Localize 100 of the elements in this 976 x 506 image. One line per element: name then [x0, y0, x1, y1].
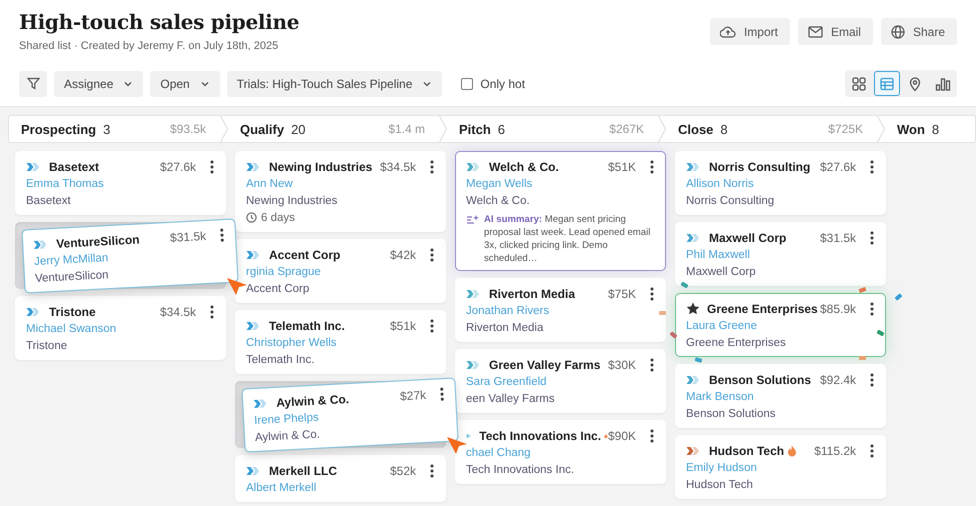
deal-name: Greene Enterprises: [707, 302, 818, 316]
deal-name: Merkell LLC: [269, 464, 338, 478]
company-name: Riverton Media: [466, 322, 544, 334]
more-options-button[interactable]: [868, 444, 876, 458]
company-name: Welch & Co.: [466, 194, 530, 206]
company-name: Maxwell Corp: [686, 266, 756, 278]
more-options-button[interactable]: [868, 372, 876, 386]
more-options-button[interactable]: [868, 230, 876, 244]
stage-count: 3: [103, 122, 110, 136]
deal-card[interactable]: Newing Industries $34.5k Ann New Newing Industries 6 days: [235, 151, 446, 232]
deal-amount: $31.5k: [820, 230, 856, 244]
stage-name[interactable]: Prospecting: [21, 122, 96, 136]
stage-count: 6: [498, 122, 506, 136]
deal-card[interactable]: Green Valley Farms $30K Sara Greenfield een Valley Farms: [455, 349, 666, 413]
deal-name: Basetext: [49, 160, 100, 174]
filter-dropdown[interactable]: Assignee: [54, 70, 144, 96]
stage-name[interactable]: Close: [678, 122, 714, 136]
deal-card[interactable]: Merkell LLC $52k Albert Merkell: [235, 455, 446, 502]
deal-card[interactable]: Telemath Inc. $51k Christopher Wells Telemath Inc.: [235, 310, 446, 374]
deal-name: Aylwin & Co.: [276, 392, 350, 410]
more-options-button[interactable]: [648, 286, 656, 300]
cursor-icon: [226, 277, 248, 297]
checkbox[interactable]: [461, 78, 474, 90]
company-name: Norris Consulting: [686, 194, 774, 206]
more-options-button[interactable]: [648, 428, 656, 442]
more-options-button[interactable]: [428, 160, 436, 174]
more-options-button[interactable]: [428, 464, 436, 478]
deal-name: Accent Corp: [269, 248, 340, 262]
company-name: Hudson Tech: [686, 478, 753, 490]
filter-dropdown[interactable]: Trials: High-Touch Sales Pipeline: [226, 70, 442, 96]
company-name: Benson Solutions: [686, 408, 776, 420]
filter-button[interactable]: [19, 70, 47, 96]
deal-name: Hudson Tech: [709, 444, 784, 458]
deal-card[interactable]: Hudson Tech $115.2k Emily Hudson Hudson Tech: [675, 435, 886, 499]
deal-card[interactable]: Maxwell Corp $31.5k Phil Maxwell Maxwell Corp: [675, 222, 886, 286]
more-options-button[interactable]: [868, 160, 876, 174]
page-title: High-touch sales pipeline: [19, 10, 300, 34]
stage-name[interactable]: Won: [897, 122, 925, 136]
stage-count: 8: [720, 122, 728, 136]
table-view-icon: [879, 76, 895, 92]
deal-card[interactable]: Tristone $34.5k Michael Swanson Tristone: [15, 296, 226, 360]
deal-name: VentureSilicon: [56, 232, 140, 250]
company-name: een Valley Farms: [466, 392, 555, 404]
deal-name: Green Valley Farms: [489, 358, 600, 372]
deal-card[interactable]: Tech Innovations Inc. $90K chael Chang Tech Innovations Inc.: [455, 420, 666, 484]
company-name: Accent Corp: [246, 282, 310, 294]
deal-card[interactable]: Riverton Media $75K Jonathan Rivers Riverton Media: [455, 278, 666, 342]
deal-amount: $85.9k: [820, 302, 856, 316]
deal-card[interactable]: Welch & Co. $51K Megan Wells Welch & Co. AI summary: Megan sent pricing proposal last week. Lead opened email 3x, clicked pricing link. Demo scheduled…: [455, 151, 666, 271]
checkbox-label: Only hot: [480, 76, 526, 90]
more-options-button[interactable]: [428, 318, 436, 332]
email-button[interactable]: Email: [798, 18, 873, 45]
more-options-button[interactable]: [208, 304, 216, 318]
stage-name[interactable]: Pitch: [459, 122, 491, 136]
company-name: Tech Innovations Inc.: [466, 464, 574, 476]
stage-name[interactable]: Qualify: [240, 122, 284, 136]
more-options-button[interactable]: [208, 160, 216, 174]
deal-card[interactable]: VentureSilicon $31.5k Jerry McMillan VentureSilicon: [21, 218, 239, 294]
deal-amount: $27k: [400, 388, 426, 403]
deal-amount: $75K: [608, 286, 636, 300]
import-button[interactable]: Import: [710, 18, 790, 45]
deal-amount: $27.6k: [160, 160, 196, 174]
stage-total: $725K: [828, 122, 863, 136]
ai-summary: AI summary: Megan sent pricing proposal last week. Lead opened email 3x, clicked pricing link. Demo scheduled…: [484, 213, 652, 265]
deal-amount: $92.4k: [820, 372, 856, 386]
more-options-button[interactable]: [868, 302, 876, 316]
deal-name: Tech Innovations Inc.: [479, 428, 602, 442]
deal-card[interactable]: Benson Solutions $92.4k Mark Benson Benson Solutions: [675, 364, 886, 428]
deal-amount: $51K: [608, 160, 636, 174]
more-options-button[interactable]: [648, 160, 656, 174]
deal-amount: $30K: [608, 358, 636, 372]
cursor-icon: [446, 436, 468, 456]
filter-dropdown[interactable]: Open: [150, 70, 220, 96]
deal-card[interactable]: Aylwin & Co. $27k Irene Phelps Aylwin & Co.: [241, 377, 459, 453]
stage-total: $267K: [609, 122, 644, 136]
deal-amount: $51k: [390, 318, 416, 332]
deal-amount: $27.6k: [820, 160, 856, 174]
more-options-button[interactable]: [438, 386, 446, 401]
deal-card[interactable]: Accent Corp $42k rginia Sprague Accent Corp: [235, 239, 446, 303]
confetti-piece: [894, 293, 902, 301]
more-options-button[interactable]: [218, 227, 226, 242]
deal-card[interactable]: Greene Enterprises $85.9k Laura Greene Greene Enterprises: [675, 293, 886, 357]
clock-icon: [246, 212, 257, 223]
deal-name: Norris Consulting: [709, 160, 810, 174]
deal-amount: $34.5k: [380, 160, 416, 174]
confetti-piece: [659, 311, 666, 315]
more-options-button[interactable]: [428, 248, 436, 262]
deal-name: Riverton Media: [489, 286, 576, 300]
deal-name: Newing Industries: [269, 160, 372, 174]
grid-view-icon: [851, 76, 867, 92]
map-pin-icon: [907, 76, 923, 92]
more-options-button[interactable]: [648, 358, 656, 372]
deal-card[interactable]: Basetext $27.6k Emma Thomas Basetext: [15, 151, 226, 215]
table-view-button[interactable]: [874, 71, 900, 96]
share-button[interactable]: Share: [880, 18, 957, 45]
confetti-piece: [858, 286, 866, 294]
deal-card[interactable]: Norris Consulting $27.6k Allison Norris Norris Consulting: [675, 151, 886, 215]
stage-count: 20: [291, 122, 306, 136]
sparkle-icon: [466, 214, 480, 225]
deal-name: Benson Solutions: [709, 372, 811, 386]
